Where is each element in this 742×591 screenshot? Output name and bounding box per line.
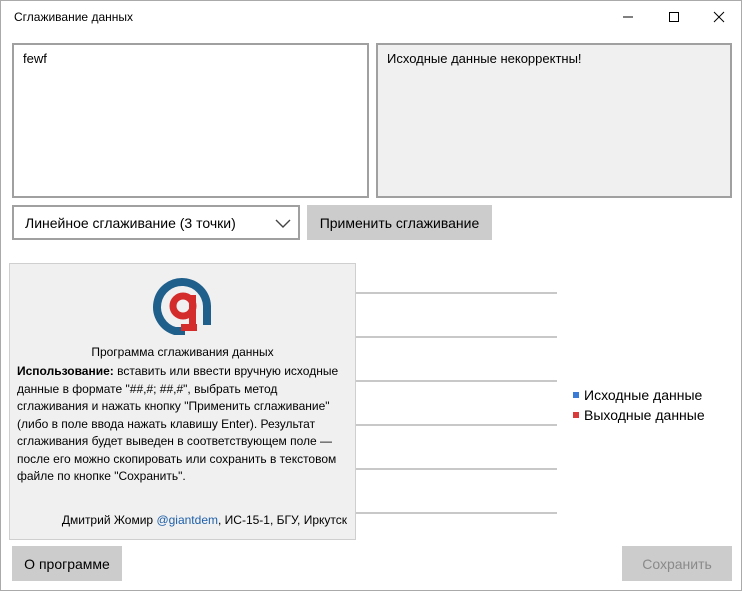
- legend-label-source: Исходные данные: [584, 387, 703, 403]
- maximize-icon: [669, 12, 679, 22]
- usage-body: вставить или ввести вручную исходные дан…: [17, 364, 339, 483]
- output-data-field[interactable]: Исходные данные некорректны!: [376, 43, 732, 198]
- minimize-icon: [623, 16, 633, 18]
- minimize-button[interactable]: [605, 1, 651, 33]
- legend-label-output: Выходные данные: [584, 407, 705, 423]
- close-icon: [713, 11, 725, 23]
- close-button[interactable]: [696, 1, 742, 33]
- about-author: Дмитрий Жомир @giantdem, ИС-15-1, БГУ, И…: [10, 513, 355, 527]
- chart-gridline: [355, 512, 557, 514]
- app-logo-icon: [149, 273, 215, 344]
- apply-smoothing-button[interactable]: Применить сглаживание: [307, 205, 492, 240]
- app-window: Сглаживание данных fewf Исходные данные …: [0, 0, 742, 591]
- legend-swatch-source: [573, 392, 579, 398]
- chart-gridline: [355, 424, 557, 426]
- chart-legend: Исходные данные Выходные данные: [573, 385, 705, 425]
- chart-gridline: [355, 336, 557, 338]
- about-panel: Программа сглаживания данных Использован…: [9, 263, 356, 540]
- legend-item-source: Исходные данные: [573, 385, 705, 405]
- legend-item-output: Выходные данные: [573, 405, 705, 425]
- save-button[interactable]: Сохранить: [622, 546, 732, 581]
- about-button[interactable]: О программе: [12, 546, 122, 581]
- maximize-button[interactable]: [651, 1, 697, 33]
- author-affiliation: , ИС-15-1, БГУ, Иркутск: [217, 513, 347, 527]
- about-usage-text: Использование: вставить или ввести вручн…: [17, 363, 352, 486]
- input-data-field[interactable]: fewf: [12, 43, 369, 198]
- about-title: Программа сглаживания данных: [91, 345, 274, 359]
- usage-heading: Использование:: [17, 364, 114, 378]
- author-handle-link[interactable]: @giantdem: [156, 513, 218, 527]
- chart-gridline: [355, 292, 557, 294]
- smoothing-method-value: Линейное сглаживание (3 точки): [25, 215, 236, 231]
- title-bar[interactable]: Сглаживание данных: [1, 1, 741, 33]
- chevron-down-icon: [275, 216, 291, 232]
- window-title: Сглаживание данных: [14, 10, 133, 24]
- smoothing-method-select[interactable]: Линейное сглаживание (3 точки): [12, 205, 300, 240]
- chart-gridline: [355, 468, 557, 470]
- legend-swatch-output: [573, 412, 579, 418]
- author-name: Дмитрий Жомир: [61, 513, 157, 527]
- chart-gridline: [355, 380, 557, 382]
